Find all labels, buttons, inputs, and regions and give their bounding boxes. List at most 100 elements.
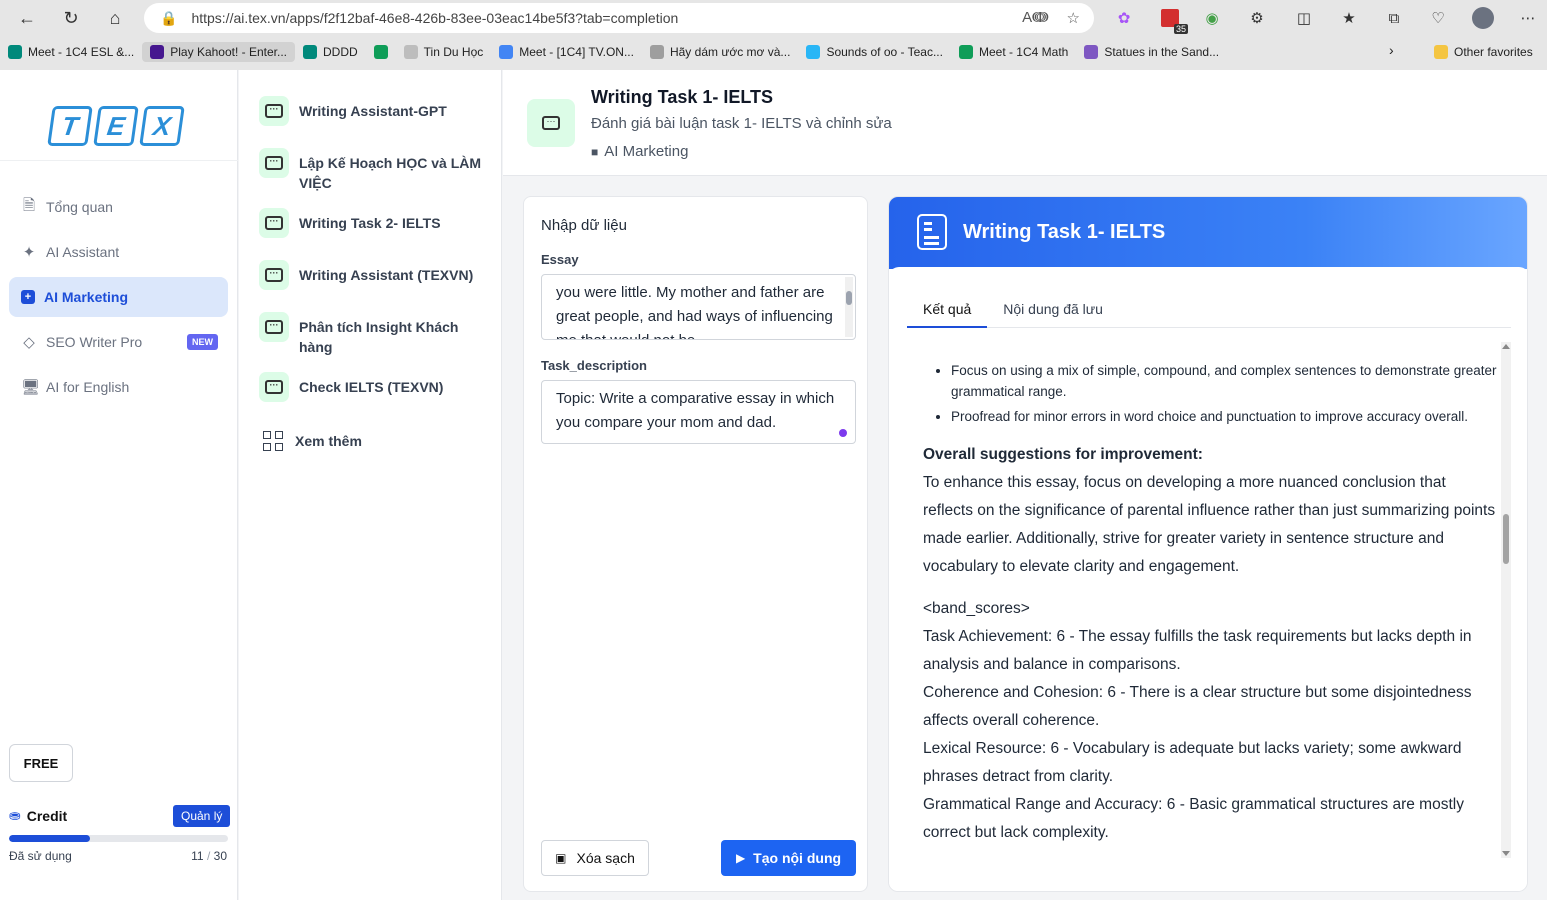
bookmark-favicon-icon [649,45,664,59]
bookmark-item[interactable]: Hãy dám ước mơ và... [642,42,798,62]
calendar-badge: 35 [1173,24,1188,34]
chat-bubble-icon: ··· [259,208,289,238]
overall-text: To enhance this essay, focus on developi… [923,474,1496,575]
document-icon: ■ [591,144,599,159]
result-panel: Writing Task 1- IELTS Kết quả Nội dung đ… [888,196,1528,892]
bookmark-favicon-icon [403,45,418,59]
score-line: Lexical Resource: 6 - Vocabulary is adeq… [923,740,1462,785]
sidebar-item-ai-marketing[interactable]: + AI Marketing [9,277,228,317]
monitor-icon: 🖥 [21,379,41,396]
tex-logo[interactable]: T E X [47,106,185,146]
used-count: 11 / 30 [191,849,227,863]
refresh-icon[interactable]: ↻ [56,3,86,33]
favorites-icon[interactable]: ★ [1337,6,1361,30]
profile-avatar[interactable] [1471,6,1495,30]
result-scrollbar[interactable] [1501,342,1511,858]
home-icon[interactable]: ⌂ [100,3,130,33]
back-icon[interactable]: ← [12,3,42,33]
sidebar-item-overview[interactable]: 🗎 Tổng quan [9,187,228,227]
copilot-icon[interactable]: ✿ [1112,6,1136,30]
app-item[interactable]: ··· Check IELTS (TEXVN) [259,372,489,402]
calendar-extension-icon[interactable]: 35 [1158,6,1188,34]
logo-letter: T [47,106,93,146]
app-item-label: Lập Kế Hoạch HỌC và LÀM VIỆC [299,155,482,191]
bookmarks-bar: Meet - 1C4 ESL &... Play Kahoot! - Enter.… [0,38,1547,66]
input-panel-title: Nhập dữ liệu [541,217,627,234]
result-content: Focus on using a mix of simple, compound… [923,342,1498,858]
used-label: Đã sử dụng [9,849,72,863]
bookmark-favicon-icon [150,45,165,59]
app-item[interactable]: ··· Writing Assistant-GPT [259,96,489,126]
bookmark-favicon-icon [8,45,22,59]
list-item: Focus on using a mix of simple, compound… [951,360,1498,402]
bookmarks-overflow-icon[interactable]: › [1389,42,1394,58]
tab-saved-content[interactable]: Nội dung đã lưu [987,297,1119,328]
see-more-link[interactable]: Xem thêm [263,431,362,451]
lock-icon: 🔒 [160,9,178,26]
app-header: ··· Writing Task 1- IELTS Đánh giá bài l… [503,70,1547,176]
suggestion-list: Focus on using a mix of simple, compound… [923,360,1498,427]
tab-result[interactable]: Kết quả [907,297,988,328]
app-item[interactable]: ··· Lập Kế Hoạch HỌC và LÀM VIỆC [259,148,489,193]
extension-green-icon[interactable]: ◉ [1200,6,1224,30]
credit-progress-fill [9,835,91,842]
bookmark-item[interactable]: Statues in the Sand... [1076,42,1227,62]
result-title: Writing Task 1- IELTS [963,221,1166,243]
sidebar-item-ai-for-english[interactable]: 🖥 AI for English [9,367,228,407]
sidebar-item-label: AI Marketing [44,289,129,305]
bookmark-item[interactable]: Tin Du Học [396,42,492,62]
other-favorites-folder[interactable]: Other favorites [1426,42,1541,62]
sidebar-divider [0,160,238,161]
favorite-star-icon[interactable]: ☆ [1067,9,1080,27]
sidebar-item-ai-assistant[interactable]: ✦ AI Assistant [9,232,228,272]
plus-square-icon: + [21,290,35,304]
bookmark-item[interactable]: Meet - [1C4] TV.ON... [491,42,642,62]
folder-icon [1434,45,1448,59]
clear-button[interactable]: ▣ Xóa sạch [541,840,649,876]
essay-field[interactable]: you were little. My mother and father ar… [541,274,856,340]
task-description-field[interactable]: Topic: Write a comparative essay in whic… [541,380,856,444]
collections-icon[interactable]: ⧉ [1382,6,1406,30]
chat-bubble-icon: ··· [259,372,289,402]
scroll-up-icon[interactable] [1502,344,1510,349]
chat-bubble-icon: ··· [259,312,289,342]
app-item[interactable]: ··· Writing Task 2- IELTS [259,208,489,238]
trash-icon: ▣ [555,851,567,865]
app-item[interactable]: ··· Phân tích Insight Khách hàng [259,312,489,357]
bookmark-item[interactable]: Sounds of oo - Teac... [798,42,951,62]
plan-button[interactable]: FREE [9,744,73,782]
grammar-indicator-icon[interactable] [839,429,847,437]
essay-scrollbar[interactable] [845,277,853,337]
extensions-puzzle-icon[interactable]: ⚙ [1245,6,1269,30]
essay-label: Essay [541,252,579,267]
browser-chrome: ← ↻ ⌂ 🔒 https://ai.tex.vn/apps/f2f12baf-… [0,0,1547,70]
page-title: Writing Task 1- IELTS [591,87,774,107]
input-panel: Nhập dữ liệu Essay you were little. My m… [523,196,868,892]
chat-bubble-icon: ··· [259,148,289,178]
logo-letter: X [139,106,185,146]
generate-button[interactable]: ▶ Tạo nội dung [721,840,856,876]
app-item-label: Writing Assistant-GPT [299,103,447,119]
manage-button[interactable]: Quản lý [173,805,231,827]
scroll-thumb[interactable] [1503,514,1509,564]
address-bar[interactable]: 🔒 https://ai.tex.vn/apps/f2f12baf-46e8-4… [144,3,1094,33]
more-menu-icon[interactable]: ⋯ [1516,6,1540,30]
bookmark-item[interactable]: DDDD [295,42,366,62]
scroll-down-icon[interactable] [1502,851,1510,856]
bookmark-item[interactable] [366,42,396,62]
sparkle-icon: ✦ [22,244,36,261]
credit-progress-bar [9,835,228,842]
bookmark-item[interactable]: Play Kahoot! - Enter... [142,42,295,62]
bookmark-favicon-icon [1084,45,1099,59]
read-aloud-icon[interactable]: Aↈ [1022,9,1048,27]
bookmark-item[interactable]: Meet - 1C4 ESL &... [0,42,142,62]
browser-essentials-icon[interactable]: ♡ [1426,6,1450,30]
diamond-icon: ◇ [23,334,35,351]
apps-list: ··· Writing Assistant-GPT ··· Lập Kế Hoạch … [239,70,502,900]
grid-icon [263,431,283,451]
split-screen-icon[interactable]: ◫ [1292,6,1316,30]
app-item[interactable]: ··· Writing Assistant (TEXVN) [259,260,489,290]
bookmark-item[interactable]: Meet - 1C4 Math [951,42,1076,62]
result-header: Writing Task 1- IELTS [889,197,1527,269]
sidebar-item-seo-writer-pro[interactable]: ◇ SEO Writer Pro NEW [9,322,228,362]
